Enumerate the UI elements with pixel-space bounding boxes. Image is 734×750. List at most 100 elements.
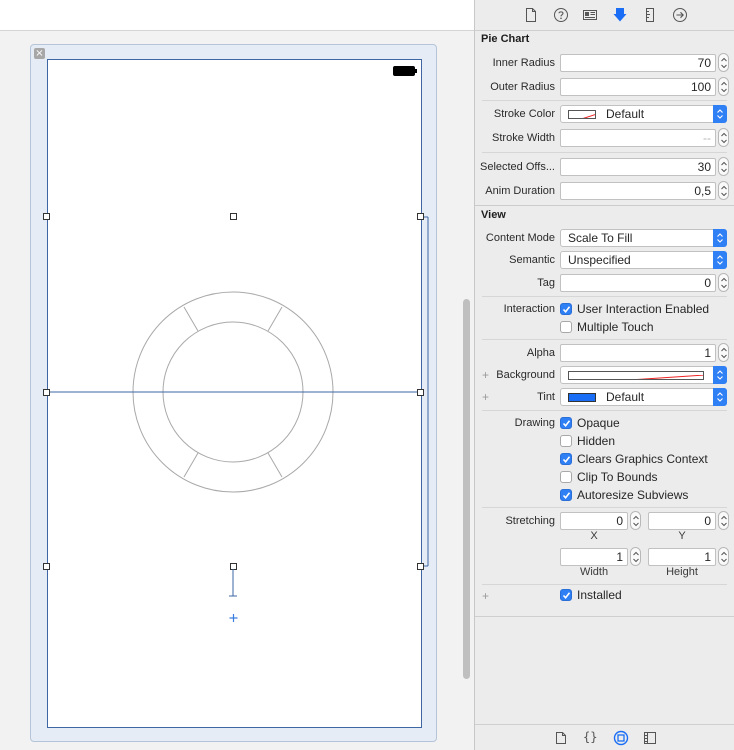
background-color-swatch — [568, 371, 704, 380]
outer-radius-stepper[interactable] — [718, 77, 729, 96]
separator — [482, 339, 727, 340]
selected-offset-field[interactable]: 30 — [560, 158, 716, 176]
stretching-height-stepper[interactable] — [718, 547, 729, 566]
canvas-vertical-scrollbar[interactable] — [463, 299, 470, 679]
inspector-end-divider — [475, 616, 734, 617]
pie-chart-section-title: Pie Chart — [481, 33, 530, 45]
anim-duration-field[interactable]: 0,5 — [560, 182, 716, 200]
popup-chevrons-icon — [713, 366, 727, 384]
anim-duration-stepper[interactable] — [718, 181, 729, 200]
semantic-popup[interactable]: Unspecified — [560, 251, 727, 269]
content-mode-value: Scale To Fill — [568, 231, 633, 245]
stretching-x-field[interactable]: 0 — [560, 512, 628, 530]
attributes-inspector-icon[interactable] — [612, 7, 628, 23]
stretching-width-caption: Width — [579, 566, 609, 578]
stretching-y-stepper[interactable] — [718, 511, 729, 530]
stretching-y-field[interactable]: 0 — [648, 512, 716, 530]
popup-chevrons-icon — [713, 388, 727, 406]
stroke-width-field[interactable]: -- — [560, 129, 716, 147]
file-inspector-icon[interactable] — [523, 7, 539, 23]
inner-radius-field[interactable]: 70 — [560, 54, 716, 72]
code-snippet-library-icon[interactable]: {} — [583, 730, 597, 744]
drawing-label: Drawing — [514, 417, 555, 429]
interaction-label: Interaction — [503, 303, 555, 315]
stroke-width-label: Stroke Width — [492, 132, 555, 144]
multiple-touch-checkbox[interactable] — [560, 321, 572, 333]
selected-offset-stepper[interactable] — [718, 157, 729, 176]
attributes-inspector: Pie Chart Inner Radius 70 Outer Radius 1… — [474, 0, 734, 750]
object-library-icon[interactable] — [613, 730, 629, 746]
connections-inspector-icon[interactable] — [672, 7, 688, 23]
size-inspector-icon[interactable] — [642, 7, 658, 23]
background-color-popup[interactable] — [560, 366, 727, 384]
separator — [482, 410, 727, 411]
stroke-color-label: Stroke Color — [493, 108, 555, 120]
opaque-checkbox[interactable] — [560, 417, 572, 429]
stretching-label: Stretching — [505, 515, 555, 527]
stretching-width-stepper[interactable] — [630, 547, 641, 566]
alpha-field[interactable]: 1 — [560, 344, 716, 362]
separator — [482, 507, 727, 508]
popup-chevrons-icon — [713, 229, 727, 247]
view-section-title: View — [481, 209, 506, 221]
multiple-touch-label: Multiple Touch — [577, 320, 654, 334]
inner-radius-stepper[interactable] — [718, 53, 729, 72]
selected-offset-label: Selected Offs... — [479, 161, 555, 173]
clip-to-bounds-checkbox[interactable] — [560, 471, 572, 483]
section-divider — [475, 205, 734, 206]
quick-help-icon[interactable] — [553, 7, 569, 23]
tint-color-popup[interactable]: Default — [560, 388, 727, 406]
anim-duration-label: Anim Duration — [485, 185, 555, 197]
inspector-tab-bar — [475, 0, 734, 31]
xcode-interface-builder: × Pie Chart Inner Radius 70 Outer Radius… — [0, 0, 734, 750]
storyboard-canvas[interactable]: × — [0, 0, 474, 750]
stretching-width-field[interactable]: 1 — [560, 548, 628, 566]
separator — [482, 584, 727, 585]
stretching-height-caption: Height — [666, 566, 698, 578]
autoresize-label: Autoresize Subviews — [577, 488, 689, 502]
alpha-stepper[interactable] — [718, 343, 729, 362]
battery-icon — [393, 66, 417, 76]
stroke-width-stepper[interactable] — [718, 128, 729, 147]
tag-field[interactable]: 0 — [560, 274, 716, 292]
tint-label: Tint — [537, 391, 555, 403]
clears-graphics-label: Clears Graphics Context — [577, 452, 708, 466]
outer-radius-label: Outer Radius — [490, 81, 555, 93]
view-controller-scene[interactable]: × — [30, 44, 437, 742]
background-label: Background — [496, 369, 555, 381]
outer-radius-field[interactable]: 100 — [560, 78, 716, 96]
inner-radius-label: Inner Radius — [492, 57, 555, 69]
stretching-x-stepper[interactable] — [630, 511, 641, 530]
stretching-height-field[interactable]: 1 — [648, 548, 716, 566]
stroke-color-value: Default — [606, 107, 645, 121]
close-scene-icon[interactable]: × — [34, 48, 45, 59]
content-mode-label: Content Mode — [485, 232, 555, 244]
file-template-library-icon[interactable] — [554, 731, 568, 745]
user-interaction-checkbox[interactable] — [560, 303, 572, 315]
tag-stepper[interactable] — [718, 273, 729, 292]
clip-to-bounds-label: Clip To Bounds — [577, 470, 658, 484]
tint-value: Default — [606, 390, 645, 404]
alpha-label: Alpha — [526, 347, 555, 359]
canvas-top-bar — [0, 0, 474, 31]
clears-graphics-checkbox[interactable] — [560, 453, 572, 465]
semantic-value: Unspecified — [568, 253, 631, 267]
stretching-x-caption: X — [590, 530, 598, 542]
user-interaction-label: User Interaction Enabled — [577, 302, 710, 316]
autoresize-checkbox[interactable] — [560, 489, 572, 501]
stretching-y-caption: Y — [678, 530, 686, 542]
tag-label: Tag — [537, 277, 555, 289]
library-tab-bar: {} — [475, 724, 734, 750]
add-installed-variation-icon[interactable]: + — [482, 589, 489, 603]
hidden-checkbox[interactable] — [560, 435, 572, 447]
content-mode-popup[interactable]: Scale To Fill — [560, 229, 727, 247]
identity-inspector-icon[interactable] — [582, 7, 598, 23]
device-view[interactable] — [47, 59, 422, 728]
stroke-color-swatch — [568, 110, 596, 119]
stroke-color-popup[interactable]: Default — [560, 105, 727, 123]
separator — [482, 100, 727, 101]
media-library-icon[interactable] — [643, 731, 657, 745]
hidden-label: Hidden — [577, 434, 616, 448]
installed-label: Installed — [577, 588, 622, 602]
installed-checkbox[interactable] — [560, 589, 572, 601]
